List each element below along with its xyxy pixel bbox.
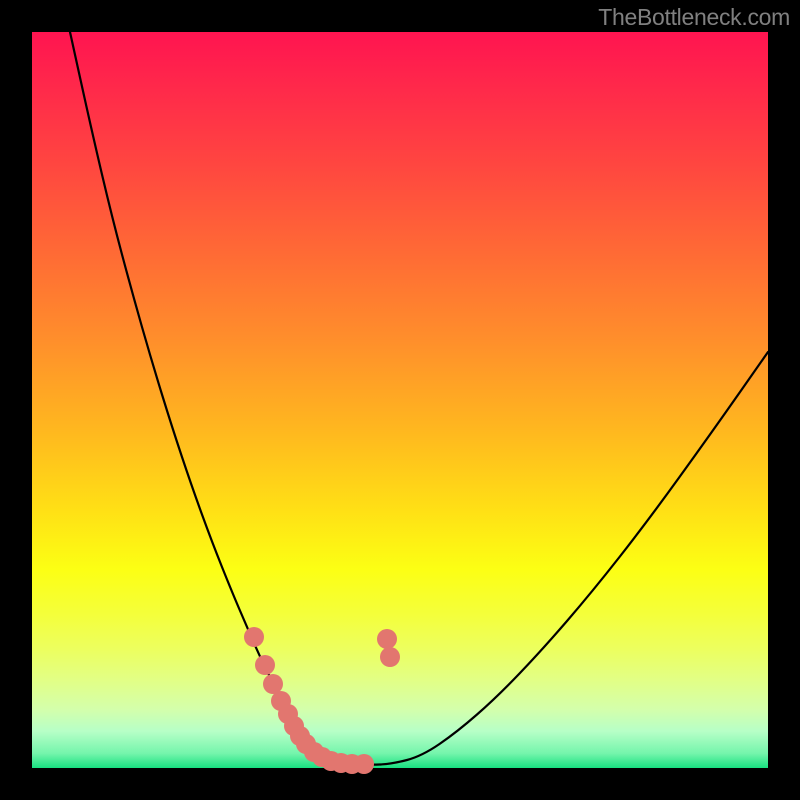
curve-layer <box>32 32 768 768</box>
plot-area <box>32 32 768 768</box>
marker-dot <box>263 674 283 694</box>
marker-dot <box>244 627 264 647</box>
marker-group <box>244 627 400 774</box>
marker-dot <box>380 647 400 667</box>
bottleneck-curve <box>70 32 768 765</box>
chart-frame: TheBottleneck.com <box>0 0 800 800</box>
marker-dot <box>354 754 374 774</box>
marker-dot <box>255 655 275 675</box>
marker-dot <box>377 629 397 649</box>
watermark-text: TheBottleneck.com <box>598 4 790 31</box>
